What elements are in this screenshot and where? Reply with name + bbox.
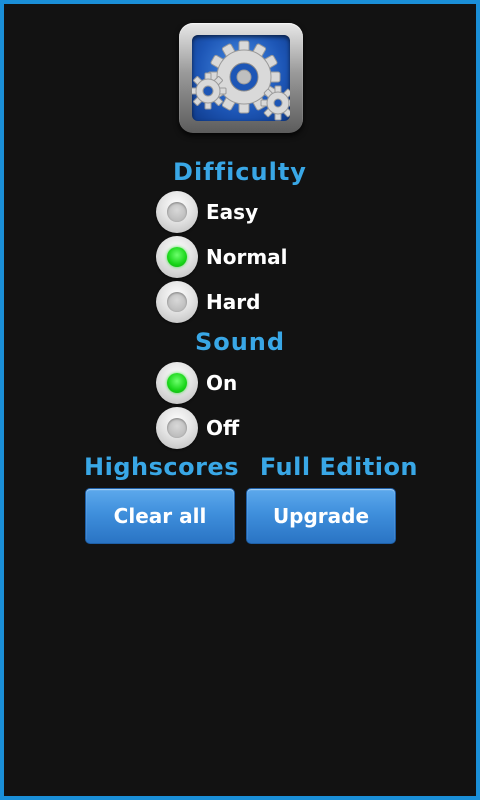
radio-label-off: Off [206,416,240,440]
radio-label-easy: Easy [206,200,259,224]
radio-button-on[interactable] [156,362,198,404]
difficulty-option-hard[interactable]: Hard [156,280,260,324]
radio-label-normal: Normal [206,245,288,269]
difficulty-option-easy[interactable]: Easy [156,190,258,234]
sound-title: Sound [194,328,286,356]
radio-label-on: On [206,371,238,395]
gears-graphic [192,40,290,121]
highscores-title: Highscores [84,453,239,481]
radio-button-off[interactable] [156,407,198,449]
radio-button-hard[interactable] [156,281,198,323]
radio-button-normal[interactable] [156,236,198,278]
sound-option-on[interactable]: On [156,361,237,405]
radio-indicator [167,247,187,267]
radio-label-hard: Hard [206,290,261,314]
sound-option-off[interactable]: Off [156,406,239,450]
radio-indicator [167,202,187,222]
settings-screen: Difficulty Easy Normal Hard Sound On Off… [4,4,476,796]
radio-indicator [167,373,187,393]
radio-indicator [167,418,187,438]
upgrade-button[interactable]: Upgrade [246,488,396,544]
difficulty-option-normal[interactable]: Normal [156,235,288,279]
full-edition-title: Full Edition [259,453,419,481]
difficulty-title: Difficulty [173,158,307,186]
radio-button-easy[interactable] [156,191,198,233]
settings-gear-icon [179,23,303,133]
clear-all-button[interactable]: Clear all [85,488,235,544]
radio-indicator [167,292,187,312]
section-headings: Highscores Full Edition [84,453,418,481]
